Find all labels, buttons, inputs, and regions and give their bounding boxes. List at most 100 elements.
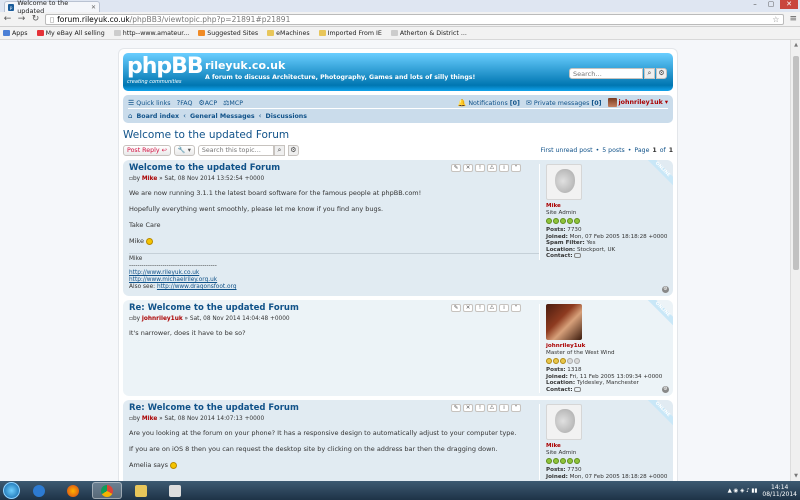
close-tab-icon[interactable]: ✕ xyxy=(91,4,96,11)
info-icon[interactable]: ! xyxy=(475,164,485,172)
warn-icon[interactable]: ⚠ xyxy=(487,164,497,172)
taskbar-firefox[interactable] xyxy=(58,482,88,499)
post-author[interactable]: Mike xyxy=(142,176,157,182)
edit-icon[interactable]: ✎ xyxy=(451,164,461,172)
mcp-link[interactable]: ⚖MCP xyxy=(223,99,243,107)
rank-dots xyxy=(546,458,669,464)
page-icon xyxy=(113,30,121,36)
topic-title[interactable]: Welcome to the updated Forum xyxy=(123,129,673,141)
profile-posts[interactable]: 7730 xyxy=(567,467,581,473)
apple-logo-icon xyxy=(555,409,575,433)
site-title: rileyuk.co.uk xyxy=(205,59,286,72)
first-unread-link[interactable]: First unread post xyxy=(541,147,593,154)
scroll-down-icon[interactable]: ▼ xyxy=(791,473,800,479)
information-icon[interactable]: i xyxy=(499,304,509,312)
warn-icon[interactable]: ⚠ xyxy=(487,404,497,412)
phpbb-logo[interactable]: phpBB creating communities xyxy=(127,56,204,87)
search-icon[interactable]: ⌕ xyxy=(644,68,655,79)
minimize-icon[interactable]: – xyxy=(748,0,762,9)
post-buttons: ✎ ✕ ! ⚠ i “ xyxy=(451,404,521,412)
breadcrumb-discussions[interactable]: Discussions xyxy=(265,113,307,120)
signature-link[interactable]: http://www.michaelriley.org.uk xyxy=(129,277,217,283)
signature-link[interactable]: http://www.rileyuk.co.uk xyxy=(129,270,199,276)
tab-title: Welcome to the updated xyxy=(17,0,69,15)
signature-link[interactable]: http://www.dragonsfoot.org xyxy=(157,284,237,290)
navbar-right: 🔔 Notifications [0] ✉ Private messages [… xyxy=(458,98,668,107)
maximize-icon[interactable]: ▢ xyxy=(764,0,778,9)
warn-icon[interactable]: ⚠ xyxy=(487,304,497,312)
avatar xyxy=(546,164,582,200)
close-window-icon[interactable]: ✕ xyxy=(780,0,798,9)
info-icon[interactable]: ! xyxy=(475,404,485,412)
quote-icon[interactable]: “ xyxy=(511,304,521,312)
profile-posts[interactable]: 1318 xyxy=(567,367,581,373)
vertical-scrollbar[interactable]: ▲ ▼ xyxy=(790,40,800,481)
quote-icon[interactable]: “ xyxy=(511,164,521,172)
breadcrumb-general-messages[interactable]: General Messages xyxy=(190,113,255,120)
post-date: » Sat, 08 Nov 2014 13:52:54 +0000 xyxy=(159,176,265,182)
page-icon xyxy=(390,30,398,36)
taskbar-ie[interactable] xyxy=(24,482,54,499)
advanced-search-gear-icon[interactable]: ⚙ xyxy=(656,68,667,79)
page-viewport: phpBB creating communities rileyuk.co.uk… xyxy=(0,40,790,481)
folder-icon xyxy=(267,30,275,36)
private-messages-link[interactable]: ✉ Private messages [0] xyxy=(526,99,602,107)
info-icon[interactable]: ! xyxy=(475,304,485,312)
breadcrumb-separator-icon: ‹ xyxy=(258,112,262,120)
post-author[interactable]: johnriley1uk xyxy=(142,316,183,322)
faq-link[interactable]: ?FAQ xyxy=(177,99,193,107)
forward-arrow-icon[interactable]: → xyxy=(17,14,26,24)
contact-icon[interactable] xyxy=(574,386,582,392)
bookmark-atherton[interactable]: Atherton & District ... xyxy=(390,30,467,37)
post-date: » Sat, 08 Nov 2014 14:04:48 +0000 xyxy=(184,316,290,322)
start-button[interactable] xyxy=(3,482,20,499)
bookmark-imported-ie[interactable]: Imported From IE xyxy=(318,30,382,37)
reload-icon[interactable]: ↻ xyxy=(31,14,40,24)
address-bar[interactable]: ▯ forum.rileyuk.co.uk/phpBB3/viewtopic.p… xyxy=(45,13,785,25)
delete-icon[interactable]: ✕ xyxy=(463,304,473,312)
chrome-menu-icon[interactable]: ≡ xyxy=(789,14,797,24)
contact-icon[interactable] xyxy=(574,253,582,258)
gear-icon[interactable]: ⚙ xyxy=(662,286,669,293)
quote-icon[interactable]: “ xyxy=(511,404,521,412)
taskbar-explorer[interactable] xyxy=(126,482,156,499)
scrollbar-thumb[interactable] xyxy=(793,56,799,270)
avatar xyxy=(607,98,617,107)
header-search-input[interactable] xyxy=(569,68,643,79)
scroll-up-icon[interactable]: ▲ xyxy=(791,42,800,48)
topic-search-input[interactable] xyxy=(197,144,274,156)
bookmark-apps[interactable]: Apps xyxy=(3,30,28,37)
information-icon[interactable]: i xyxy=(499,404,509,412)
window-controls: – ▢ ✕ xyxy=(748,0,798,9)
delete-icon[interactable]: ✕ xyxy=(463,404,473,412)
topic-search-icon[interactable]: ⌕ xyxy=(273,144,285,156)
clock[interactable]: 14:14 08/11/2014 xyxy=(762,484,797,498)
gear-icon[interactable]: ⚙ xyxy=(662,386,669,393)
taskbar-chrome[interactable] xyxy=(92,482,122,499)
profile-posts[interactable]: 7730 xyxy=(567,227,581,233)
breadcrumb-board-index[interactable]: Board index xyxy=(136,113,179,120)
page-label: Page xyxy=(634,146,650,154)
bookmark-suggested-sites[interactable]: Suggested Sites xyxy=(198,30,258,37)
user-menu[interactable]: johnriley1uk ▾ xyxy=(607,98,668,107)
delete-icon[interactable]: ✕ xyxy=(463,164,473,172)
browser-tab[interactable]: p Welcome to the updated ✕ xyxy=(4,0,100,15)
topic-tools-button[interactable]: 🔧 ▾ xyxy=(173,144,195,156)
bookmark-emachines[interactable]: eMachines xyxy=(267,30,310,37)
information-icon[interactable]: i xyxy=(499,164,509,172)
notifications-link[interactable]: 🔔 Notifications [0] xyxy=(458,99,520,107)
bookmark-ebay[interactable]: My eBay All selling xyxy=(36,30,105,37)
back-arrow-icon[interactable]: ← xyxy=(3,14,12,24)
acp-link[interactable]: ⚙ACP xyxy=(198,99,217,107)
bookmark-amateur[interactable]: http--www.amateur... xyxy=(113,30,189,37)
bookmark-star-icon[interactable]: ☆ xyxy=(772,15,779,24)
taskbar-photos[interactable] xyxy=(160,482,190,499)
post-reply-button[interactable]: Post Reply ↩ xyxy=(123,144,171,156)
post-author[interactable]: Mike xyxy=(142,416,157,422)
edit-icon[interactable]: ✎ xyxy=(451,304,461,312)
edit-icon[interactable]: ✎ xyxy=(451,404,461,412)
quick-links[interactable]: ☰ Quick links xyxy=(128,99,171,107)
tray-icons[interactable]: ▲ ◉ ◈ ♪ ▮▮ xyxy=(728,488,758,494)
topic-search-gear-icon[interactable]: ⚙ xyxy=(287,144,299,156)
posts-count: 5 posts xyxy=(602,146,625,154)
